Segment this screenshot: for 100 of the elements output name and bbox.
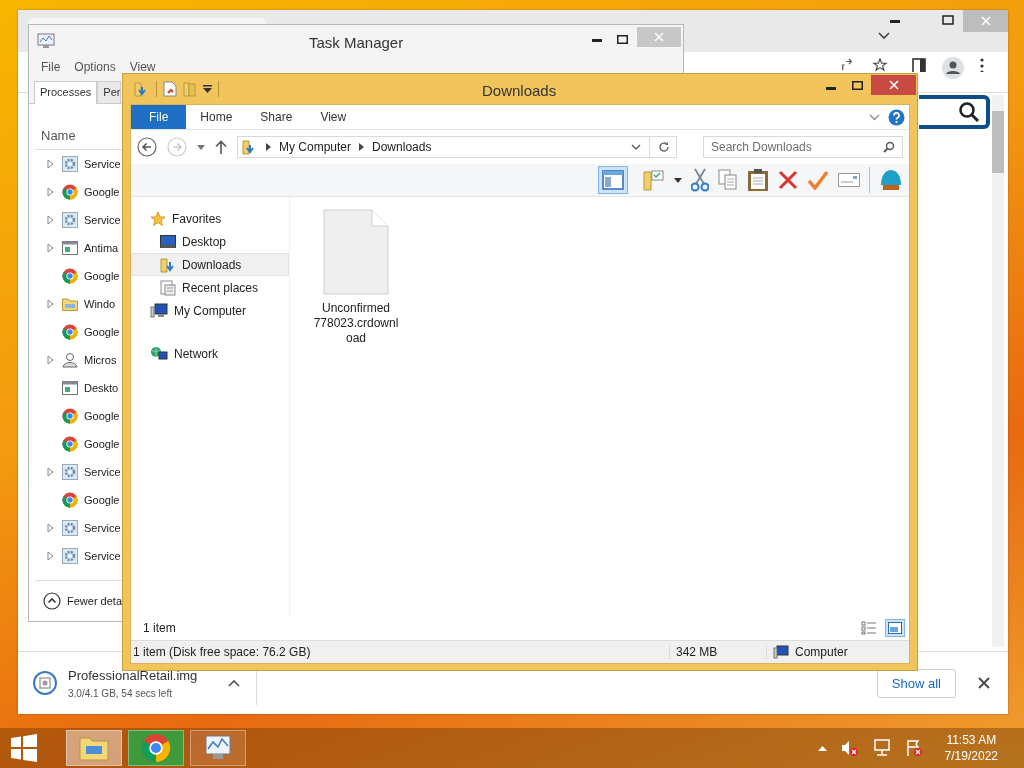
- recent-dropdown-icon[interactable]: [197, 144, 205, 150]
- ribbon-tab[interactable]: Share: [246, 105, 307, 129]
- menu-icon[interactable]: [980, 58, 984, 72]
- network-icon[interactable]: [872, 739, 891, 757]
- copy-icon[interactable]: [718, 169, 738, 191]
- process-name[interactable]: Service: [84, 466, 121, 478]
- back-icon[interactable]: [137, 137, 157, 157]
- dropdown-caret-icon[interactable]: [674, 177, 682, 183]
- sidebar-icon[interactable]: [912, 58, 926, 72]
- scrollbar[interactable]: [992, 95, 1004, 647]
- close-icon[interactable]: [978, 677, 990, 689]
- nav-item[interactable]: My Computer: [131, 299, 289, 322]
- process-name[interactable]: Google: [84, 186, 120, 198]
- search-icon[interactable]: [958, 101, 980, 123]
- process-name[interactable]: Google: [84, 326, 120, 338]
- expand-arrow-icon[interactable]: [47, 187, 54, 197]
- maximize-icon[interactable]: [617, 35, 628, 44]
- help-icon[interactable]: [888, 108, 905, 126]
- caret-up-icon[interactable]: [228, 679, 240, 687]
- chevron-down-icon[interactable]: [878, 32, 890, 40]
- menu-item[interactable]: File: [41, 60, 61, 74]
- taskbar-button[interactable]: [190, 730, 246, 766]
- breadcrumb-arrow-icon[interactable]: [359, 143, 365, 151]
- tab[interactable]: Per: [97, 81, 122, 103]
- taskbar-button[interactable]: [128, 730, 184, 766]
- star-icon[interactable]: [872, 58, 888, 72]
- expand-arrow-icon[interactable]: [47, 467, 54, 477]
- process-name[interactable]: Antima: [84, 242, 119, 254]
- refresh-icon[interactable]: [658, 141, 670, 153]
- expand-arrow-icon[interactable]: [47, 551, 54, 561]
- breadcrumb[interactable]: Downloads: [372, 140, 432, 154]
- process-name[interactable]: Micros: [84, 354, 117, 366]
- breadcrumb-arrow-icon[interactable]: [266, 143, 271, 151]
- star-icon: [150, 210, 166, 227]
- menu-item[interactable]: View: [129, 60, 156, 74]
- large-icons-view-button[interactable]: [885, 619, 905, 637]
- expand-arrow-icon[interactable]: [47, 159, 54, 169]
- clock-date[interactable]: 7/19/2022: [944, 749, 998, 763]
- details-view-icon[interactable]: [861, 621, 877, 635]
- preview-pane-button[interactable]: [598, 166, 628, 194]
- process-name[interactable]: Service: [84, 522, 121, 534]
- chrome-icon: [62, 324, 78, 340]
- ribbon-tab[interactable]: Home: [186, 105, 247, 129]
- maximize-icon[interactable]: [942, 15, 954, 25]
- tab[interactable]: Processes: [34, 81, 98, 104]
- dropdown-caret-icon[interactable]: [203, 85, 212, 93]
- fewer-details-link[interactable]: Fewer deta: [67, 595, 123, 607]
- up-arrow-icon[interactable]: [215, 140, 227, 154]
- folder-options-icon[interactable]: [643, 169, 665, 191]
- search-icon[interactable]: [883, 141, 895, 153]
- nav-item[interactable]: Network: [131, 342, 289, 365]
- process-name[interactable]: Service: [84, 214, 121, 226]
- nav-item[interactable]: Favorites: [131, 207, 289, 230]
- rename-field-icon[interactable]: [838, 173, 860, 187]
- expand-arrow-icon[interactable]: [47, 243, 54, 253]
- process-name[interactable]: Google: [84, 494, 120, 506]
- chevron-down-icon[interactable]: [869, 113, 880, 121]
- process-name[interactable]: Google: [84, 270, 120, 282]
- breadcrumb[interactable]: My Computer: [279, 140, 352, 154]
- expand-arrow-icon[interactable]: [47, 355, 54, 365]
- menu-item[interactable]: Options: [74, 60, 116, 74]
- expand-arrow-icon[interactable]: [47, 299, 54, 309]
- profile-avatar-icon[interactable]: [942, 57, 964, 79]
- clock-time[interactable]: 11:53 AM: [946, 733, 997, 747]
- nav-item[interactable]: Downloads: [131, 253, 289, 276]
- caret-up-icon[interactable]: [817, 745, 827, 751]
- checkmark-icon[interactable]: [807, 170, 829, 190]
- maximize-icon[interactable]: [852, 81, 863, 90]
- minimize-icon[interactable]: [890, 20, 900, 24]
- show-all-button[interactable]: Show all: [876, 668, 956, 698]
- windows-logo-icon[interactable]: [10, 734, 38, 762]
- clipboard-icon[interactable]: [747, 168, 769, 192]
- nav-item[interactable]: Recent places: [131, 276, 289, 299]
- properties-icon[interactable]: [163, 81, 177, 97]
- nav-item[interactable]: Desktop: [131, 230, 289, 253]
- taskbar-button[interactable]: [66, 730, 122, 766]
- speaker-muted-icon[interactable]: [840, 739, 859, 757]
- process-name[interactable]: Service: [84, 158, 121, 170]
- column-header[interactable]: Name: [41, 128, 76, 143]
- process-name[interactable]: Deskto: [84, 382, 119, 394]
- collapse-up-icon[interactable]: [43, 592, 61, 610]
- chrome-icon: [141, 733, 171, 763]
- file-name[interactable]: Unconfirmed 778023.crdownload: [313, 301, 399, 346]
- expand-arrow-icon[interactable]: [47, 215, 54, 225]
- download-filename[interactable]: ProfessionalRetail.img: [68, 667, 218, 683]
- delete-icon[interactable]: [778, 170, 798, 190]
- process-name[interactable]: Google: [84, 438, 120, 450]
- ribbon-tab[interactable]: View: [306, 105, 361, 129]
- search-bar[interactable]: [919, 95, 990, 129]
- process-name[interactable]: Service: [84, 550, 121, 562]
- process-name[interactable]: Windo: [84, 298, 116, 310]
- window-icon: [62, 381, 78, 395]
- address-bar[interactable]: My Computer Downloads: [237, 136, 677, 158]
- ribbon-tab[interactable]: File: [131, 105, 187, 129]
- process-name[interactable]: Google: [84, 410, 120, 422]
- scissors-icon[interactable]: [691, 168, 709, 192]
- expand-arrow-icon[interactable]: [47, 523, 54, 533]
- search-field[interactable]: Search Downloads: [703, 136, 903, 158]
- chevron-down-icon[interactable]: [631, 144, 641, 150]
- flag-alert-icon[interactable]: [904, 739, 923, 757]
